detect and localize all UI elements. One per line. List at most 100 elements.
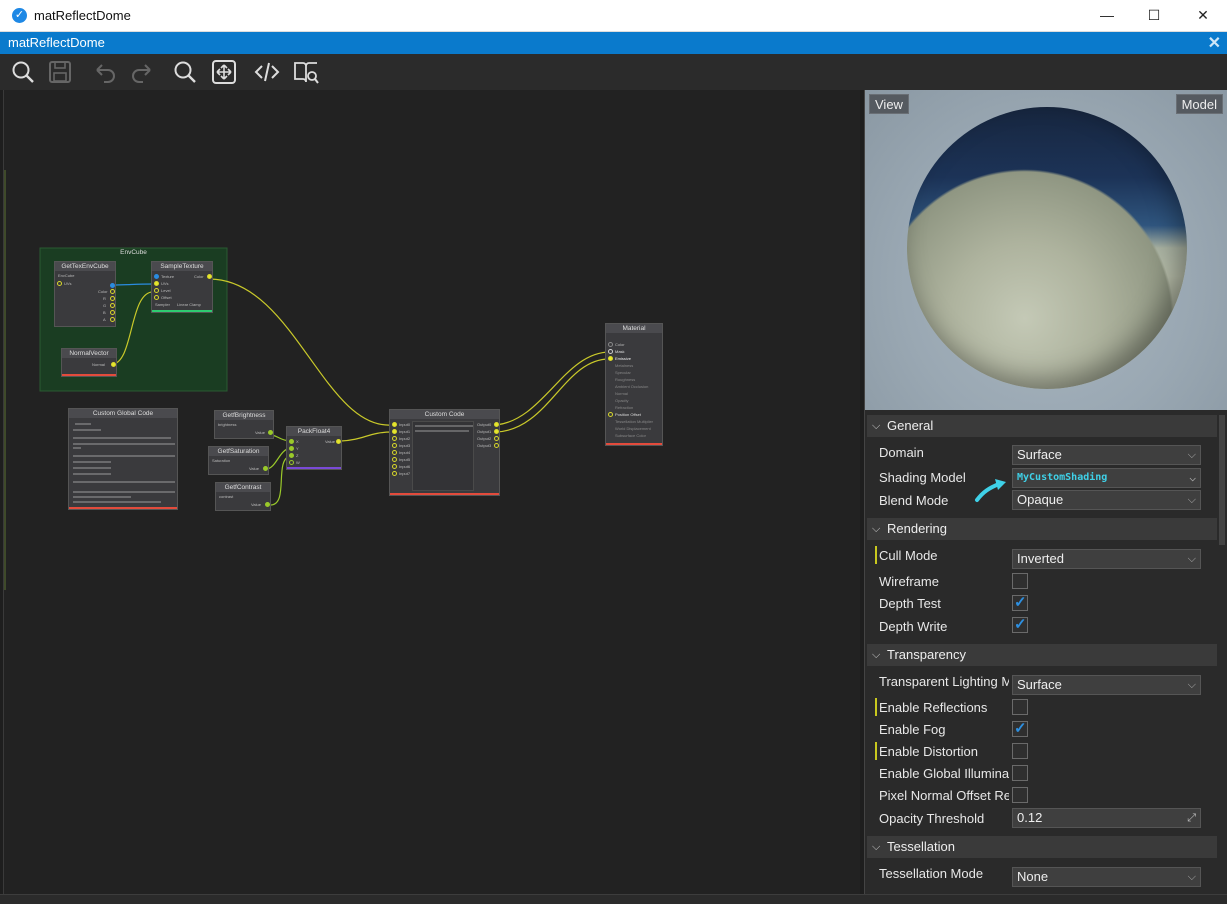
domain-dropdown[interactable]: Surface ⌵ — [1012, 445, 1201, 465]
opacity-threshold-input[interactable]: 0.12 ⤢ — [1012, 808, 1201, 828]
output-pin[interactable] — [494, 443, 499, 448]
fit-view-icon[interactable] — [211, 59, 239, 85]
node-get-saturation[interactable]: GetfSaturation Saturation Value — [208, 446, 269, 475]
model-button[interactable]: Model — [1175, 94, 1223, 114]
node-graph-canvas[interactable]: EnvCube GetTexEnvCube EnvCube UVs Color … — [3, 90, 860, 894]
wireframe-checkbox[interactable] — [1012, 573, 1028, 589]
properties-scrollbar[interactable] — [1219, 415, 1225, 545]
document-tab-bar: matReflectDome ✕ — [0, 32, 1227, 54]
node-get-tex-env-cube[interactable]: GetTexEnvCube EnvCube UVs Color R G B A — [54, 261, 116, 327]
input-pin[interactable] — [392, 457, 397, 462]
output-pin[interactable] — [494, 436, 499, 441]
node-get-brightness[interactable]: GetfBrightness brightness Value — [214, 410, 274, 439]
output-pin[interactable] — [494, 422, 499, 427]
output-pin[interactable] — [268, 430, 273, 435]
node-get-contrast[interactable]: GetfContrast contrast Value — [215, 482, 271, 511]
section-title: Tessellation — [887, 839, 955, 854]
pixel-normal-offset-checkbox[interactable] — [1012, 787, 1028, 803]
input-pin[interactable] — [289, 453, 294, 458]
input-pin[interactable] — [608, 349, 613, 354]
code-icon[interactable] — [254, 59, 282, 85]
section-transparency[interactable]: ⌵ Transparency — [867, 644, 1217, 666]
input-pin[interactable] — [608, 342, 613, 347]
docs-search-icon[interactable] — [293, 59, 321, 85]
input-pin[interactable] — [608, 356, 613, 361]
output-pin[interactable] — [336, 439, 341, 444]
output-pin[interactable] — [265, 502, 270, 507]
material-preview-viewport[interactable]: View Model — [864, 90, 1227, 410]
input-pin[interactable] — [392, 422, 397, 427]
node-row: Input1 — [399, 429, 411, 434]
output-pin[interactable] — [110, 317, 115, 322]
depth-test-checkbox[interactable]: ✓ — [1012, 594, 1028, 611]
node-title: Custom Global Code — [69, 409, 177, 418]
tab-title[interactable]: matReflectDome — [8, 35, 105, 50]
bottom-scrollbar[interactable] — [0, 894, 1227, 904]
tab-close-button[interactable]: ✕ — [1208, 33, 1221, 53]
input-pin[interactable] — [608, 412, 613, 417]
transparent-lighting-label: Transparent Lighting M — [879, 674, 1009, 689]
chevron-down-icon: ⌵ — [872, 420, 881, 432]
input-pin[interactable] — [392, 471, 397, 476]
code-lines — [73, 423, 175, 503]
input-pin[interactable] — [392, 443, 397, 448]
node-normal-vector[interactable]: NormalVector Normal — [61, 348, 117, 377]
tessellation-mode-dropdown[interactable]: None ⌵ — [1012, 867, 1201, 887]
input-pin[interactable] — [392, 429, 397, 434]
minimize-button[interactable]: — — [1084, 0, 1130, 32]
input-pin[interactable] — [154, 295, 159, 300]
transparent-lighting-dropdown[interactable]: Surface ⌵ — [1012, 675, 1201, 695]
output-pin[interactable] — [110, 289, 115, 294]
chevron-down-icon: ⌵ — [1189, 471, 1196, 484]
input-pin[interactable] — [392, 436, 397, 441]
input-pin[interactable] — [154, 281, 159, 286]
node-output-label: Value — [255, 430, 265, 435]
output-pin[interactable] — [263, 466, 268, 471]
node-custom-code[interactable]: Custom Code Input0 Input1 Input2 Input3 … — [389, 409, 500, 496]
group-title[interactable]: EnvCube — [40, 248, 227, 257]
shading-model-dropdown[interactable]: MyCustomShading ⌵ — [1012, 468, 1201, 488]
output-pin[interactable] — [110, 296, 115, 301]
input-pin[interactable] — [289, 446, 294, 451]
view-button[interactable]: View — [869, 94, 909, 114]
code-text-area[interactable] — [71, 420, 175, 505]
search-icon[interactable] — [10, 59, 38, 85]
section-general[interactable]: ⌵ General — [867, 415, 1217, 437]
save-icon[interactable] — [47, 59, 75, 85]
maximize-button[interactable]: ☐ — [1131, 0, 1177, 32]
input-pin[interactable] — [57, 281, 62, 286]
undo-icon[interactable] — [92, 59, 120, 85]
input-pin[interactable] — [154, 288, 159, 293]
input-pin[interactable] — [289, 439, 294, 444]
enable-fog-checkbox[interactable]: ✓ — [1012, 720, 1028, 737]
code-editor-area[interactable] — [412, 421, 474, 491]
node-footer — [606, 443, 662, 445]
section-rendering[interactable]: ⌵ Rendering — [867, 518, 1217, 540]
cull-mode-dropdown[interactable]: Inverted ⌵ — [1012, 549, 1201, 569]
output-pin[interactable] — [207, 274, 212, 279]
input-pin[interactable] — [154, 274, 159, 279]
node-sample-texture[interactable]: SampleTexture Texture UVs Level Offset S… — [151, 261, 213, 313]
enable-gi-checkbox[interactable] — [1012, 765, 1028, 781]
node-pack-float4[interactable]: PackFloat4 X Y Z W Value — [286, 426, 342, 470]
output-pin[interactable] — [110, 283, 115, 288]
depth-write-checkbox[interactable]: ✓ — [1012, 616, 1028, 633]
section-title: General — [887, 418, 934, 433]
output-pin[interactable] — [111, 362, 116, 367]
input-pin[interactable] — [392, 464, 397, 469]
blend-mode-dropdown[interactable]: Opaque ⌵ — [1012, 490, 1201, 510]
output-pin[interactable] — [110, 310, 115, 315]
section-tessellation[interactable]: ⌵ Tessellation — [867, 836, 1217, 858]
enable-reflections-checkbox[interactable] — [1012, 699, 1028, 715]
enable-distortion-checkbox[interactable] — [1012, 743, 1028, 759]
node-material[interactable]: Material Color Mask Emissive Metalness S… — [605, 323, 663, 446]
redo-icon[interactable] — [129, 59, 157, 85]
output-pin[interactable] — [110, 303, 115, 308]
expand-icon[interactable]: ⤢ — [1187, 809, 1196, 827]
node-custom-global-code[interactable]: Custom Global Code — [68, 408, 178, 510]
close-button[interactable]: ✕ — [1180, 0, 1226, 32]
output-pin[interactable] — [494, 429, 499, 434]
input-pin[interactable] — [392, 450, 397, 455]
input-pin[interactable] — [289, 460, 294, 465]
zoom-icon[interactable] — [172, 59, 200, 85]
